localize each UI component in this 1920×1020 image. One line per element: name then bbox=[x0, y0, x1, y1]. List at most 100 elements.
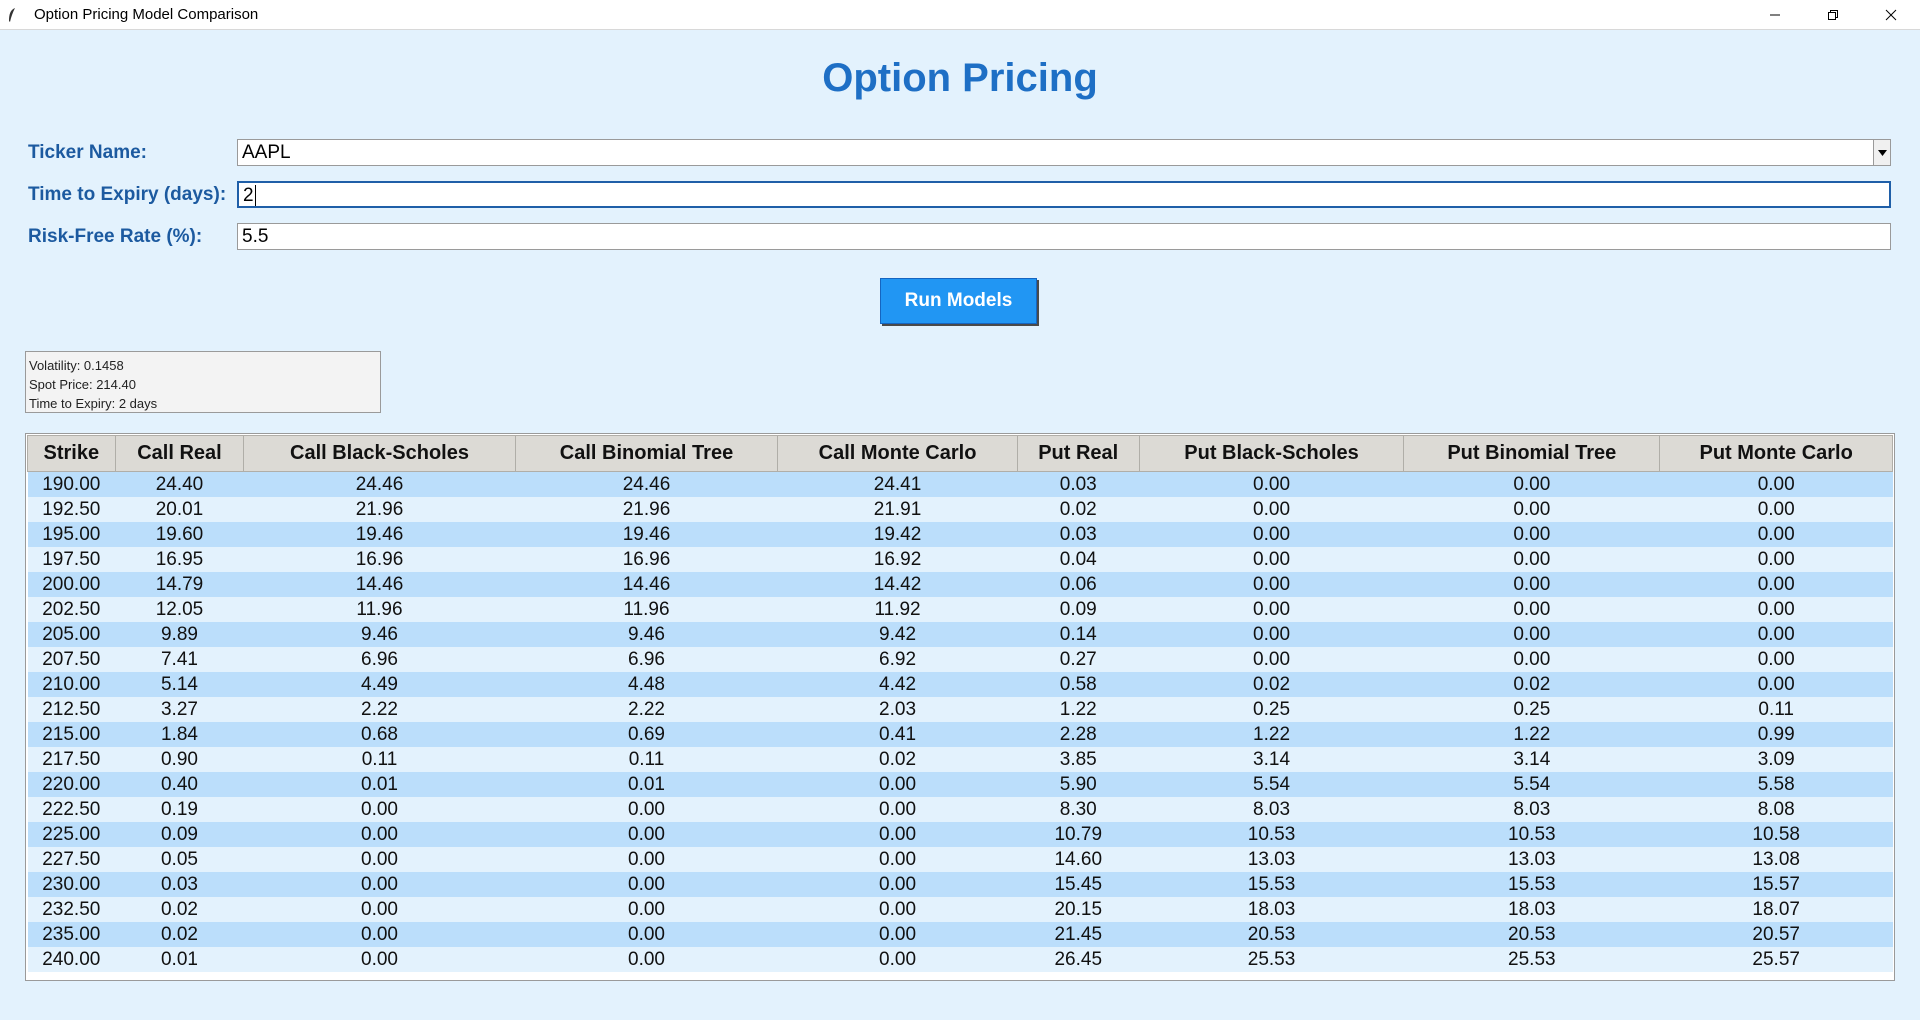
table-cell: 190.00 bbox=[27, 471, 116, 497]
table-cell: 0.02 bbox=[1139, 672, 1404, 697]
table-cell: 0.00 bbox=[1659, 547, 1893, 572]
table-cell: 0.00 bbox=[1659, 647, 1893, 672]
table-cell: 0.09 bbox=[1017, 597, 1140, 622]
column-header[interactable]: Call Black-Scholes bbox=[243, 435, 516, 472]
table-cell: 0.00 bbox=[1139, 471, 1404, 497]
rate-input[interactable]: 5.5 bbox=[237, 223, 1891, 250]
table-cell: 217.50 bbox=[27, 747, 116, 772]
table-cell: 10.53 bbox=[1139, 822, 1404, 847]
table-row[interactable]: 210.00 5.14 4.49 4.48 4.42 0.58 0.02 0.02 0.00 bbox=[27, 672, 1893, 697]
table-cell: 11.96 bbox=[515, 597, 778, 622]
table-cell: 11.92 bbox=[777, 597, 1018, 622]
table-row[interactable]: 200.00 14.79 14.46 14.46 14.42 0.06 0.00 0.00 0.… bbox=[27, 572, 1893, 597]
table-cell: 0.00 bbox=[243, 847, 516, 872]
table-cell: 21.45 bbox=[1017, 922, 1140, 947]
table-cell: 0.00 bbox=[777, 872, 1018, 897]
table-cell: 5.90 bbox=[1017, 772, 1140, 797]
results-table-container[interactable]: Strike Call Real Call Black-Scholes Call Bi… bbox=[25, 433, 1895, 981]
column-header[interactable]: Put Monte Carlo bbox=[1659, 435, 1893, 472]
table-cell: 26.45 bbox=[1017, 947, 1140, 972]
table-cell: 3.09 bbox=[1659, 747, 1893, 772]
table-cell: 0.03 bbox=[115, 872, 244, 897]
table-cell: 0.02 bbox=[1017, 497, 1140, 522]
table-row[interactable]: 217.50 0.90 0.11 0.11 0.02 3.85 3.14 3.14 3.09 bbox=[27, 747, 1893, 772]
table-cell: 0.00 bbox=[515, 947, 778, 972]
table-cell: 200.00 bbox=[27, 572, 116, 597]
table-cell: 16.96 bbox=[243, 547, 516, 572]
table-cell: 5.14 bbox=[115, 672, 244, 697]
table-row[interactable]: 220.00 0.40 0.01 0.01 0.00 5.90 5.54 5.54 5.58 bbox=[27, 772, 1893, 797]
table-cell: 0.00 bbox=[243, 922, 516, 947]
table-cell: 0.00 bbox=[1403, 522, 1660, 547]
column-header[interactable]: Strike bbox=[27, 435, 116, 472]
table-cell: 16.95 bbox=[115, 547, 244, 572]
table-cell: 25.53 bbox=[1403, 947, 1660, 972]
column-header[interactable]: Call Monte Carlo bbox=[777, 435, 1018, 472]
table-cell: 207.50 bbox=[27, 647, 116, 672]
table-cell: 0.00 bbox=[777, 797, 1018, 822]
rate-value: 5.5 bbox=[242, 226, 269, 247]
table-cell: 7.41 bbox=[115, 647, 244, 672]
table-cell: 0.00 bbox=[515, 897, 778, 922]
table-row[interactable]: 202.50 12.05 11.96 11.96 11.92 0.09 0.00 0.00 0.… bbox=[27, 597, 1893, 622]
table-cell: 18.03 bbox=[1139, 897, 1404, 922]
column-header[interactable]: Put Binomial Tree bbox=[1403, 435, 1661, 472]
run-models-button[interactable]: Run Models bbox=[880, 278, 1037, 324]
table-cell: 20.57 bbox=[1659, 922, 1893, 947]
restore-button[interactable] bbox=[1804, 0, 1862, 29]
table-cell: 2.28 bbox=[1017, 722, 1140, 747]
table-cell: 0.00 bbox=[243, 822, 516, 847]
table-cell: 14.42 bbox=[777, 572, 1018, 597]
table-cell: 212.50 bbox=[27, 697, 116, 722]
table-cell: 202.50 bbox=[27, 597, 116, 622]
table-cell: 14.46 bbox=[515, 572, 778, 597]
column-header[interactable]: Put Real bbox=[1016, 435, 1140, 472]
column-header[interactable]: Put Black-Scholes bbox=[1138, 435, 1405, 472]
table-cell: 240.00 bbox=[27, 947, 116, 972]
expiry-input[interactable]: 2 bbox=[237, 181, 1891, 208]
table-row[interactable]: 207.50 7.41 6.96 6.96 6.92 0.27 0.00 0.00 0.00 bbox=[27, 647, 1893, 672]
column-header[interactable]: Call Real bbox=[114, 435, 245, 472]
ticker-select[interactable]: AAPL bbox=[237, 139, 1891, 166]
expiry-value: 2 bbox=[243, 185, 254, 206]
table-cell: 215.00 bbox=[27, 722, 116, 747]
dropdown-arrow-icon[interactable] bbox=[1873, 140, 1890, 165]
table-row[interactable]: 230.00 0.03 0.00 0.00 0.00 15.45 15.53 15.53 15.… bbox=[27, 872, 1893, 897]
table-row[interactable]: 240.00 0.01 0.00 0.00 0.00 26.45 25.53 25.53 25.… bbox=[27, 947, 1893, 972]
table-cell: 8.03 bbox=[1139, 797, 1404, 822]
expiry-label: Time to Expiry (days): bbox=[28, 184, 227, 205]
table-cell: 0.00 bbox=[1403, 471, 1660, 497]
table-cell: 0.00 bbox=[515, 872, 778, 897]
table-cell: 24.46 bbox=[515, 471, 778, 497]
column-header[interactable]: Call Binomial Tree bbox=[514, 435, 779, 472]
minimize-button[interactable] bbox=[1746, 0, 1804, 29]
table-row[interactable]: 222.50 0.19 0.00 0.00 0.00 8.30 8.03 8.03 8.08 bbox=[27, 797, 1893, 822]
table-cell: 24.40 bbox=[115, 471, 244, 497]
table-cell: 0.04 bbox=[1017, 547, 1140, 572]
table-cell: 13.03 bbox=[1403, 847, 1660, 872]
table-cell: 0.11 bbox=[1659, 697, 1893, 722]
table-row[interactable]: 225.00 0.09 0.00 0.00 0.00 10.79 10.53 10.53 10.… bbox=[27, 822, 1893, 847]
table-row[interactable]: 235.00 0.02 0.00 0.00 0.00 21.45 20.53 20.53 20.… bbox=[27, 922, 1893, 947]
page-title: Option Pricing bbox=[822, 56, 1098, 100]
table-row[interactable]: 227.50 0.05 0.00 0.00 0.00 14.60 13.03 13.03 13.… bbox=[27, 847, 1893, 872]
results-table: Strike Call Real Call Black-Scholes Call Bi… bbox=[27, 435, 1893, 972]
table-row[interactable]: 195.00 19.60 19.46 19.46 19.42 0.03 0.00 0.00 0.… bbox=[27, 522, 1893, 547]
table-cell: 0.03 bbox=[1017, 522, 1140, 547]
table-cell: 21.91 bbox=[777, 497, 1018, 522]
table-cell: 0.00 bbox=[1403, 597, 1660, 622]
table-cell: 1.84 bbox=[115, 722, 244, 747]
table-row[interactable]: 197.50 16.95 16.96 16.96 16.92 0.04 0.00 0.00 0.… bbox=[27, 547, 1893, 572]
table-row[interactable]: 192.50 20.01 21.96 21.96 21.91 0.02 0.00 0.00 0.… bbox=[27, 497, 1893, 522]
table-cell: 13.03 bbox=[1139, 847, 1404, 872]
close-button[interactable] bbox=[1862, 0, 1920, 29]
table-row[interactable]: 212.50 3.27 2.22 2.22 2.03 1.22 0.25 0.25 0.11 bbox=[27, 697, 1893, 722]
table-row[interactable]: 190.00 24.40 24.46 24.46 24.41 0.03 0.00 0.00 0.… bbox=[27, 471, 1893, 497]
table-cell: 0.90 bbox=[115, 747, 244, 772]
table-row[interactable]: 215.00 1.84 0.68 0.69 0.41 2.28 1.22 1.22 0.99 bbox=[27, 722, 1893, 747]
table-cell: 0.68 bbox=[243, 722, 516, 747]
table-cell: 0.41 bbox=[777, 722, 1018, 747]
table-row[interactable]: 232.50 0.02 0.00 0.00 0.00 20.15 18.03 18.03 18.… bbox=[27, 897, 1893, 922]
table-cell: 1.22 bbox=[1403, 722, 1660, 747]
table-row[interactable]: 205.00 9.89 9.46 9.46 9.42 0.14 0.00 0.00 0.00 bbox=[27, 622, 1893, 647]
